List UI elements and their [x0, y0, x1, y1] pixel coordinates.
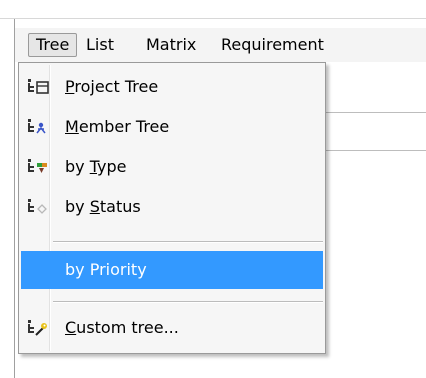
- type-tree-icon: [27, 157, 49, 177]
- member-tree-icon: [27, 117, 49, 137]
- panel-divider: [326, 150, 426, 151]
- menu-list[interactable]: List: [79, 33, 121, 57]
- menu-item-label: Custom tree...: [65, 318, 179, 337]
- project-tree-icon: [27, 77, 49, 97]
- status-tree-icon: [27, 197, 49, 217]
- menu-item-by-priority[interactable]: by Priority: [21, 251, 323, 289]
- menu-item-label: by Priority: [65, 260, 147, 279]
- menu-bar: Tree List Matrix Requirement: [15, 28, 426, 62]
- menu-separator: [53, 241, 323, 243]
- menu-item-label: by Type: [65, 157, 127, 176]
- window-left-border: [14, 19, 15, 378]
- custom-tree-icon: [27, 318, 49, 338]
- menu-matrix[interactable]: Matrix: [139, 33, 203, 57]
- menu-item-by-type[interactable]: by Type: [21, 149, 323, 185]
- menu-item-project-tree[interactable]: Project Tree: [21, 69, 323, 105]
- menu-item-custom-tree[interactable]: Custom tree...: [21, 310, 323, 346]
- toolbar-divider: [326, 112, 426, 113]
- menu-item-member-tree[interactable]: Member Tree: [21, 109, 323, 145]
- menu-tree[interactable]: Tree: [28, 33, 78, 57]
- menu-item-label: Member Tree: [65, 117, 170, 136]
- menu-requirement[interactable]: Requirement: [214, 33, 331, 57]
- tree-dropdown-menu: Project Tree Member Tree by Type by Stat…: [18, 62, 326, 354]
- menu-item-label: by Status: [65, 197, 141, 216]
- menu-item-by-status[interactable]: by Status: [21, 189, 323, 225]
- menu-separator: [53, 301, 323, 303]
- menu-item-label: Project Tree: [65, 77, 159, 96]
